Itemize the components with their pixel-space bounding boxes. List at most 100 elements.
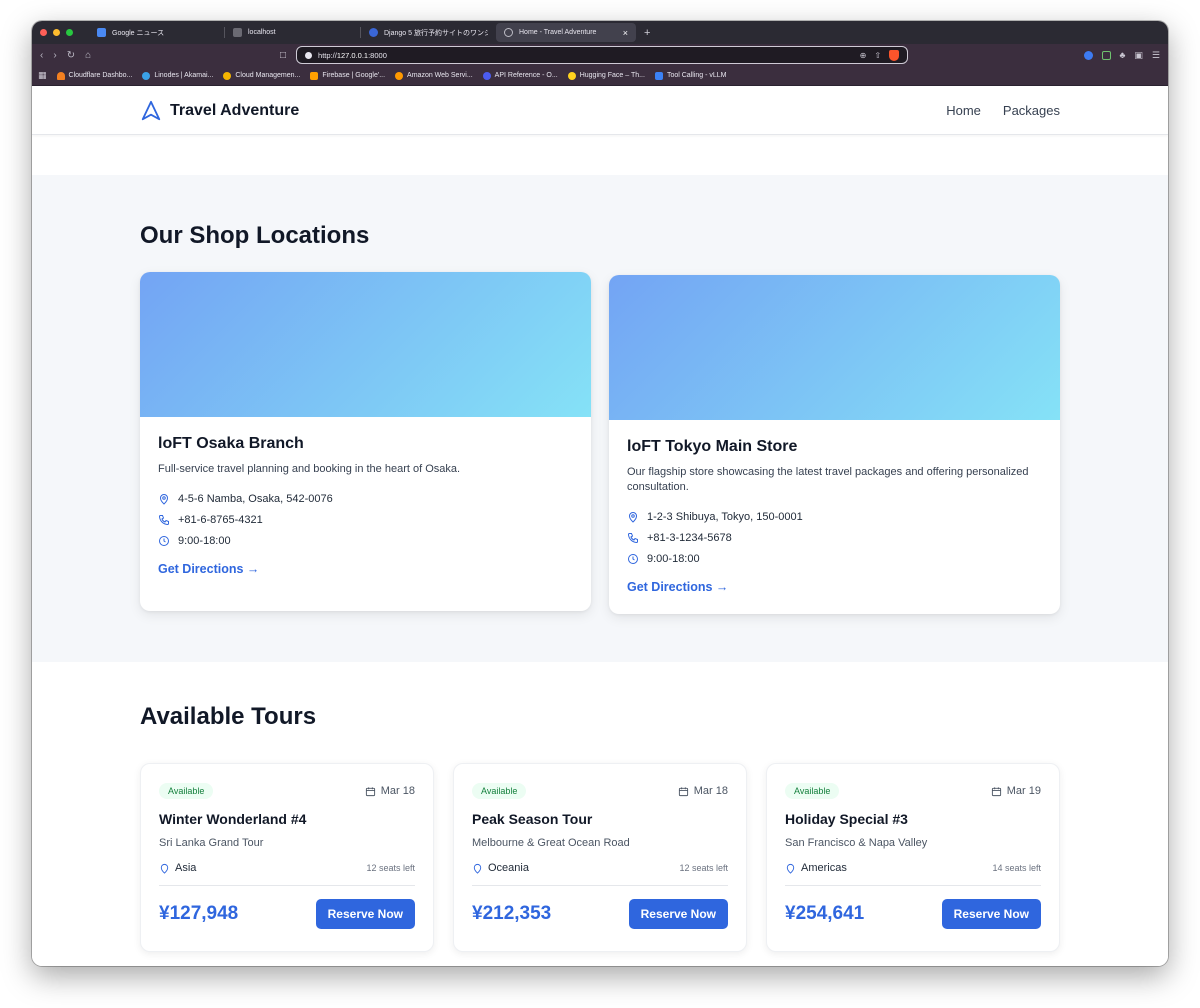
zoom-icon[interactable]: ⊕ [860,51,867,60]
puzzle-icon[interactable]: ♣ [1120,50,1126,60]
linode-icon [142,71,151,80]
bookmark-item[interactable]: Amazon Web Servi... [395,71,473,80]
bookmark-label: Cloudflare Dashbo... [68,72,133,79]
minimize-window-button[interactable] [53,29,60,36]
reserve-now-button[interactable]: Reserve Now [315,899,415,929]
clock-icon [159,535,169,546]
bookmark-item[interactable]: API Reference - O... [482,71,558,80]
brand-title: Travel Adventure [170,101,300,119]
map-pin-icon [628,511,638,523]
reload-icon[interactable]: ↻ [67,50,75,61]
map-pin-icon [159,493,169,505]
tour-name: Holiday Special #3 [785,811,908,827]
get-directions-link[interactable]: Get Directions → [627,580,728,594]
tab-title: localhost [248,29,276,36]
bookmark-item[interactable]: Linodes | Akamai... [142,71,214,80]
bookmark-label: API Reference - O... [494,72,558,79]
location-name: loFT Osaka Branch [158,435,304,452]
tour-card: Available Mar 18 Winter Wonderland #4 Sr… [140,763,434,952]
location-image [140,272,591,417]
menu-icon[interactable]: ☰ [1152,50,1160,61]
bookmark-label: Linodes | Akamai... [154,72,214,79]
openai-icon [482,71,491,80]
aws-icon [395,71,404,80]
phone-text: +81-3-1234-5678 [647,531,732,544]
tab-google-news[interactable]: Google ニュース [89,23,224,42]
location-card: loFT Osaka Branch Full-service travel pl… [140,272,591,611]
location-phone: +81-6-8765-4321 [158,509,573,530]
seats-left: 12 seats left [366,863,415,873]
bookmark-icon[interactable]: □ [280,50,286,61]
url-host: 127.0.0.1 [336,50,369,60]
tour-price: ¥254,641 [785,903,865,924]
bookmark-label: Amazon Web Servi... [407,72,473,79]
new-tab-button[interactable]: + [644,27,650,39]
site-nav: Home Packages [946,103,1060,118]
tab-home-travel-adventure[interactable]: Home - Travel Adventure × [496,23,636,42]
nav-home-link[interactable]: Home [946,103,981,118]
bookmark-item[interactable]: Cloud Managemen... [223,71,301,80]
tour-destination: San Francisco & Napa Valley [785,837,928,849]
location-address: 1-2-3 Shibuya, Tokyo, 150-0001 [627,506,1042,527]
calendar-icon [365,786,375,796]
site-info-icon[interactable] [305,51,313,59]
extension-icon[interactable] [1083,50,1093,60]
address-text: 1-2-3 Shibuya, Tokyo, 150-0001 [647,510,803,523]
bookmark-label: Cloud Managemen... [235,72,301,79]
url-prefix: http:// [318,50,337,60]
status-badge: Available [472,783,527,799]
bookmark-item[interactable]: Cloudflare Dashbo... [56,71,133,80]
phone-icon [158,514,169,525]
location-card: loFT Tokyo Main Store Our flagship store… [609,275,1060,614]
url-port: :8000 [368,50,387,60]
tour-region: Oceania [472,862,529,874]
nav-packages-link[interactable]: Packages [1003,103,1060,118]
window-controls [40,29,73,36]
maximize-window-button[interactable] [66,29,73,36]
apps-grid-icon[interactable]: ▦ [38,70,47,81]
tab-localhost[interactable]: localhost [225,23,360,42]
bookmark-item[interactable]: Hugging Face – Th... [567,71,645,80]
address-bar[interactable]: http://127.0.0.1:8000 ⊕ ⇧ [296,46,909,64]
share-icon[interactable]: ⇧ [874,51,881,60]
status-badge: Available [785,783,840,799]
hours-text: 9:00-18:00 [178,534,231,547]
close-tab-icon[interactable]: × [623,28,628,38]
reserve-now-button[interactable]: Reserve Now [628,899,728,929]
shop-locations-section: Our Shop Locations loFT Osaka Branch Ful… [32,175,1168,662]
bookmark-label: Hugging Face – Th... [579,72,645,79]
location-description: Full-service travel planning and booking… [158,463,461,475]
home-icon[interactable]: ⌂ [85,50,91,61]
map-pin-icon [786,863,795,874]
tab-django[interactable]: Django 5 旅行予約サイトのワンショ [361,23,496,42]
hours-text: 9:00-18:00 [647,552,700,565]
tour-date: Mar 18 [678,785,728,797]
sidebar-icon[interactable]: ▣ [1134,50,1143,61]
get-directions-link[interactable]: Get Directions → [158,562,259,576]
tab-bar: Google ニュース localhost Django 5 旅行予約サイトのワ… [32,21,1168,44]
brand-logo-link[interactable]: Travel Adventure [140,100,299,122]
page-icon [233,28,242,37]
google-news-icon [97,28,106,37]
reserve-now-button[interactable]: Reserve Now [941,899,1041,929]
region-text: Asia [175,862,197,874]
extensions-toolbar: ♣ ▣ ☰ [1083,50,1160,61]
location-phone: +81-3-1234-5678 [627,527,1042,548]
firebase-icon [310,71,319,80]
page-viewport: Travel Adventure Home Packages Our Shop … [32,87,1168,966]
location-hours: 9:00-18:00 [158,530,573,551]
extension-icon[interactable] [1101,50,1111,60]
bookmark-item[interactable]: Firebase | Google'... [310,71,385,80]
globe-icon [504,28,513,37]
map-pin-icon [160,863,169,874]
google-cloud-icon [223,71,232,80]
forward-icon[interactable]: › [53,50,56,61]
shield-icon[interactable] [889,49,900,61]
bookmarks-bar: ▦ Cloudflare Dashbo... Linodes | Akamai.… [32,66,1168,86]
back-icon[interactable]: ‹ [40,50,43,61]
tour-date: Mar 18 [365,785,415,797]
close-window-button[interactable] [40,29,47,36]
cloudflare-icon [56,71,65,80]
bookmark-item[interactable]: Tool Calling - vLLM [654,71,726,80]
date-text: Mar 18 [380,785,415,797]
